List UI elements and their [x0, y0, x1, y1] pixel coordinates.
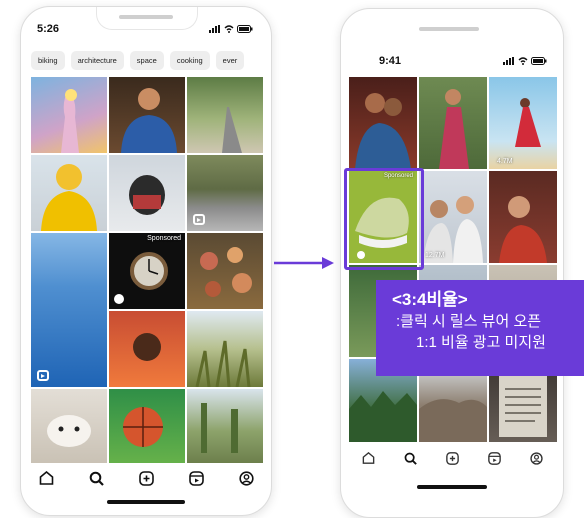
home-icon[interactable]: [359, 449, 377, 467]
reels-badge-icon: [193, 214, 205, 225]
grid-tile[interactable]: [109, 77, 185, 153]
views-count: 4.7M: [497, 158, 513, 165]
signal-icon: [503, 57, 514, 65]
transition-arrow: [274, 257, 334, 269]
photo-couple: [355, 93, 411, 169]
profile-icon[interactable]: [237, 469, 255, 487]
grid-tile[interactable]: [31, 389, 107, 463]
status-icons: [503, 57, 547, 65]
reels-icon[interactable]: [187, 469, 205, 487]
bottom-nav: [347, 447, 557, 469]
photo-yellow-coat: [41, 164, 97, 231]
grid-tile[interactable]: [109, 389, 185, 463]
reels-badge-icon: [37, 370, 49, 381]
chip-space[interactable]: space: [129, 51, 164, 70]
grid-tile[interactable]: [187, 77, 263, 153]
grid-tile[interactable]: [31, 77, 107, 153]
photo-flowers: [200, 247, 252, 297]
photo-garden: [201, 403, 238, 453]
callout-title: <3:4비율>: [392, 290, 468, 309]
photo-laughing: [499, 196, 547, 263]
sponsored-tile-highlight: [344, 168, 424, 270]
reels-icon[interactable]: [485, 449, 503, 467]
create-icon[interactable]: [137, 469, 155, 487]
grid-tile-reel[interactable]: 4.7M: [489, 77, 557, 169]
chip-biking[interactable]: biking: [31, 51, 65, 70]
photo-basketball: [123, 407, 163, 447]
grid-tile[interactable]: [419, 77, 487, 169]
profile-icon[interactable]: [527, 449, 545, 467]
signal-icon: [209, 25, 220, 33]
grid-tile[interactable]: [187, 311, 263, 387]
grid-tile-reel[interactable]: 12.7M: [419, 171, 487, 263]
status-time: 5:26: [37, 23, 60, 35]
photo-road: [222, 107, 242, 153]
grid-tile[interactable]: [187, 389, 263, 463]
callout-line-1: :클릭 시 릴스 뷰어 오픈: [396, 313, 542, 330]
wifi-icon: [518, 57, 528, 65]
battery-icon: [237, 25, 253, 33]
photo-red-sky: [133, 333, 161, 361]
home-indicator: [417, 485, 487, 489]
grid-tile[interactable]: [187, 155, 263, 231]
photo-white-dog: [47, 415, 91, 447]
photo-dog-snow: [129, 175, 165, 215]
grid-tile-sponsored[interactable]: Sponsored: [109, 233, 185, 309]
wifi-icon: [224, 25, 234, 33]
explore-grid: Sponsored: [31, 77, 263, 463]
photo-dancer: [439, 89, 469, 169]
home-icon[interactable]: [37, 469, 55, 487]
photo-red-dress: [515, 98, 541, 147]
status-time: 9:41: [379, 55, 402, 67]
search-icon[interactable]: [87, 469, 105, 487]
create-icon[interactable]: [443, 449, 461, 467]
notch-speaker: [119, 15, 173, 19]
photo-grass: [195, 340, 251, 387]
topic-chips: biking architecture space cooking ever: [31, 51, 263, 70]
home-indicator: [107, 500, 185, 504]
battery-icon: [531, 57, 547, 65]
grid-tile[interactable]: [489, 171, 557, 263]
grid-tile[interactable]: [109, 155, 185, 231]
photo-friends: [423, 196, 483, 263]
views-count: 12.7M: [425, 252, 445, 259]
phone-left: 5:26 biking architecture space cooking e…: [20, 6, 272, 516]
notch-speaker: [419, 27, 479, 31]
grid-tile[interactable]: [109, 311, 185, 387]
chip-architecture[interactable]: architecture: [70, 51, 124, 70]
grid-tile[interactable]: [31, 155, 107, 231]
callout-line-2: 1:1 비율 광고 미지원: [416, 334, 546, 351]
bottom-nav: [21, 465, 271, 491]
search-icon[interactable]: [401, 449, 419, 467]
ratio-callout: <3:4비율> :클릭 시 릴스 뷰어 오픈 1:1 비율 광고 미지원: [376, 280, 584, 376]
photo-watch: [114, 252, 168, 304]
grid-tile[interactable]: [349, 77, 417, 169]
sponsored-label: Sponsored: [147, 235, 181, 242]
status-icons: [209, 25, 253, 33]
chip-more[interactable]: ever: [215, 51, 245, 70]
grid-tile[interactable]: [187, 233, 263, 309]
chip-cooking[interactable]: cooking: [169, 51, 210, 70]
photo-person: [121, 88, 177, 153]
grid-tile-reel[interactable]: [31, 233, 107, 387]
photo-hand: [61, 89, 79, 153]
